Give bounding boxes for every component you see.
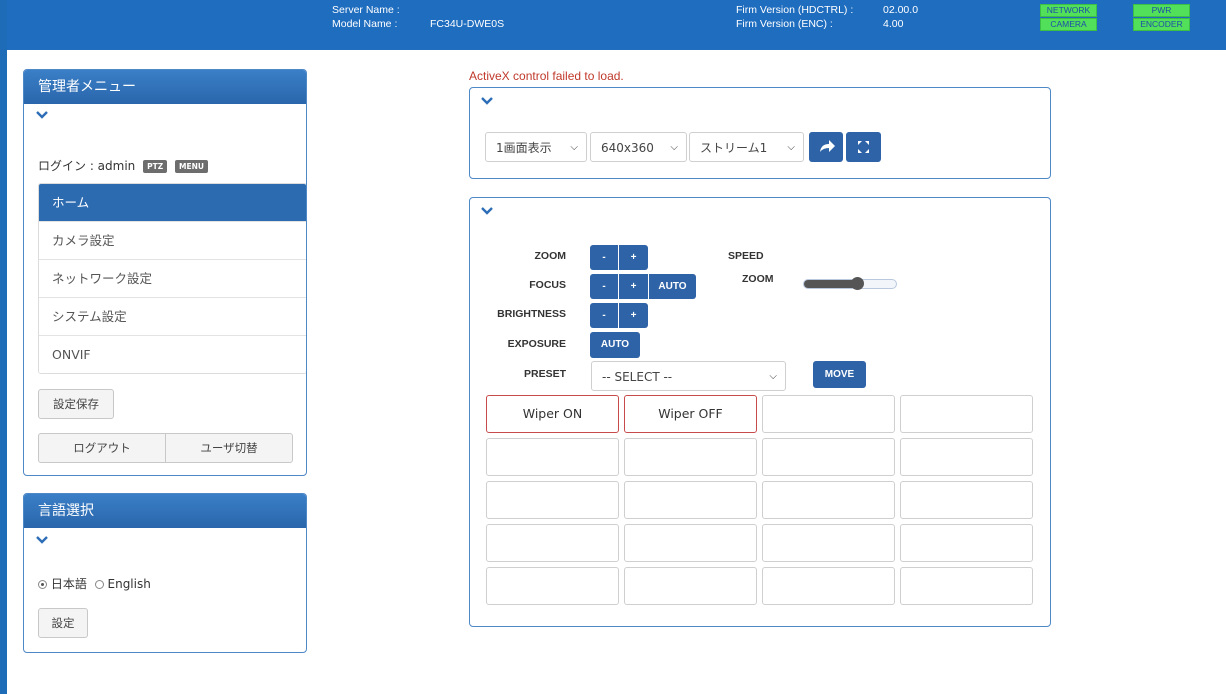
brightness-plus-button[interactable]: + <box>619 303 648 328</box>
admin-menu-panel: 管理者メニュー ログイン : admin PTZ MENU ホーム カメラ設定 … <box>23 69 307 476</box>
zoom-plus-button[interactable]: + <box>619 245 648 270</box>
preset-grid-button[interactable] <box>486 481 619 519</box>
resolution-select[interactable]: 640x360 ⌵ <box>590 132 687 162</box>
menu-tag: MENU <box>175 160 208 173</box>
arrow-right-icon <box>820 140 835 152</box>
fullscreen-icon <box>858 141 869 153</box>
zoom-speed-slider[interactable] <box>803 277 897 290</box>
collapse-chevron-icon[interactable] <box>481 207 493 215</box>
save-settings-button[interactable]: 設定保存 <box>38 389 114 419</box>
preset-select[interactable]: -- SELECT -- ⌵ <box>591 361 786 391</box>
preset-move-button[interactable]: MOVE <box>813 361 866 388</box>
preset-grid-button[interactable] <box>762 395 895 433</box>
status-pwr-indicator: PWR <box>1133 4 1190 17</box>
menu-item-home[interactable]: ホーム <box>39 184 306 221</box>
firm-hdctrl-label: Firm Version (HDCTRL) : <box>736 4 854 16</box>
radio-english[interactable] <box>94 580 104 589</box>
model-name-label: Model Name : <box>332 18 398 30</box>
speed-label: SPEED <box>728 250 764 262</box>
status-camera-indicator: CAMERA <box>1040 18 1097 31</box>
left-edge-bar <box>0 0 7 694</box>
english-label: English <box>107 577 151 591</box>
focus-minus-button[interactable]: - <box>590 274 618 299</box>
firm-enc-value: 4.00 <box>883 18 904 30</box>
layout-select-value: 1画面表示 <box>496 141 552 155</box>
collapse-chevron-icon[interactable] <box>36 536 48 544</box>
chevron-down-icon: ⌵ <box>787 142 795 153</box>
stream-select-value: ストリーム1 <box>700 141 768 155</box>
preset-grid-button[interactable] <box>624 481 757 519</box>
focus-auto-button[interactable]: AUTO <box>649 274 696 299</box>
switch-user-button[interactable]: ユーザ切替 <box>165 433 293 463</box>
menu-item-network-settings[interactable]: ネットワーク設定 <box>39 259 306 297</box>
language-options: 日本語 English <box>38 575 151 592</box>
preset-grid-button[interactable] <box>486 524 619 562</box>
collapse-chevron-icon[interactable] <box>481 97 493 105</box>
brightness-label: BRIGHTNESS <box>497 308 566 320</box>
logout-button[interactable]: ログアウト <box>38 433 166 463</box>
collapse-chevron-icon[interactable] <box>36 111 48 119</box>
zoom-minus-button[interactable]: - <box>590 245 618 270</box>
admin-menu-title: 管理者メニュー <box>24 70 306 104</box>
model-name-value: FC34U-DWE0S <box>430 18 505 30</box>
login-text: ログイン : admin <box>38 159 136 173</box>
top-bar: Server Name : Model Name : FC34U-DWE0S F… <box>0 0 1226 50</box>
chevron-down-icon: ⌵ <box>769 371 777 382</box>
exposure-label: EXPOSURE <box>507 338 566 350</box>
firm-hdctrl-value: 02.00.0 <box>883 4 919 16</box>
preset-grid-button[interactable] <box>624 524 757 562</box>
viewer-controls-panel: 1画面表示 ⌵ 640x360 ⌵ ストリーム1 ⌵ <box>469 87 1051 179</box>
preset-grid-button[interactable] <box>486 438 619 476</box>
fullscreen-button[interactable] <box>846 132 881 162</box>
preset-grid-button[interactable] <box>900 481 1033 519</box>
menu-item-system-settings[interactable]: システム設定 <box>39 297 306 335</box>
menu-item-onvif[interactable]: ONVIF <box>39 335 306 373</box>
zoom-speed-slider-thumb[interactable] <box>851 277 864 290</box>
zoom-speed-slider-fill <box>804 280 857 288</box>
login-info: ログイン : admin PTZ MENU <box>38 157 208 174</box>
speed-zoom-label: ZOOM <box>742 273 774 285</box>
stream-select[interactable]: ストリーム1 ⌵ <box>689 132 804 162</box>
preset-select-value: -- SELECT -- <box>602 370 673 384</box>
brightness-minus-button[interactable]: - <box>590 303 618 328</box>
open-external-button[interactable] <box>809 132 843 162</box>
preset-grid-button[interactable] <box>624 567 757 605</box>
preset-grid-button[interactable] <box>762 567 895 605</box>
chevron-down-icon: ⌵ <box>570 142 578 153</box>
preset-grid-button[interactable] <box>900 438 1033 476</box>
preset-grid-button[interactable]: Wiper ON <box>486 395 619 433</box>
ptz-panel: ZOOM - + FOCUS - + AUTO BRIGHTNESS - + E… <box>469 197 1051 627</box>
japanese-label: 日本語 <box>50 577 87 591</box>
preset-grid-button[interactable] <box>762 438 895 476</box>
resolution-select-value: 640x360 <box>601 141 654 155</box>
language-title: 言語選択 <box>24 494 306 528</box>
focus-label: FOCUS <box>529 279 566 291</box>
language-panel: 言語選択 日本語 English 設定 <box>23 493 307 653</box>
preset-label: PRESET <box>523 368 566 380</box>
ptz-tag: PTZ <box>143 160 168 173</box>
firm-enc-label: Firm Version (ENC) : <box>736 18 833 30</box>
radio-japanese[interactable] <box>38 580 47 589</box>
language-set-button[interactable]: 設定 <box>38 608 88 638</box>
preset-grid-button[interactable] <box>486 567 619 605</box>
preset-grid-button[interactable] <box>762 481 895 519</box>
menu-item-camera-settings[interactable]: カメラ設定 <box>39 221 306 259</box>
zoom-label: ZOOM <box>534 250 567 262</box>
server-name-label: Server Name : <box>332 4 400 16</box>
preset-grid-button[interactable] <box>624 438 757 476</box>
chevron-down-icon: ⌵ <box>670 142 678 153</box>
focus-plus-button[interactable]: + <box>619 274 648 299</box>
preset-grid-button[interactable] <box>900 567 1033 605</box>
layout-select[interactable]: 1画面表示 ⌵ <box>485 132 587 162</box>
preset-grid-button[interactable] <box>900 524 1033 562</box>
exposure-auto-button[interactable]: AUTO <box>590 332 640 358</box>
preset-grid-button[interactable] <box>762 524 895 562</box>
activex-error-text: ActiveX control failed to load. <box>469 69 624 83</box>
status-encoder-indicator: ENCODER <box>1133 18 1190 31</box>
preset-grid-button[interactable]: Wiper OFF <box>624 395 757 433</box>
admin-menu-list: ホーム カメラ設定 ネットワーク設定 システム設定 ONVIF <box>38 183 306 374</box>
preset-grid-button[interactable] <box>900 395 1033 433</box>
status-network-indicator: NETWORK <box>1040 4 1097 17</box>
